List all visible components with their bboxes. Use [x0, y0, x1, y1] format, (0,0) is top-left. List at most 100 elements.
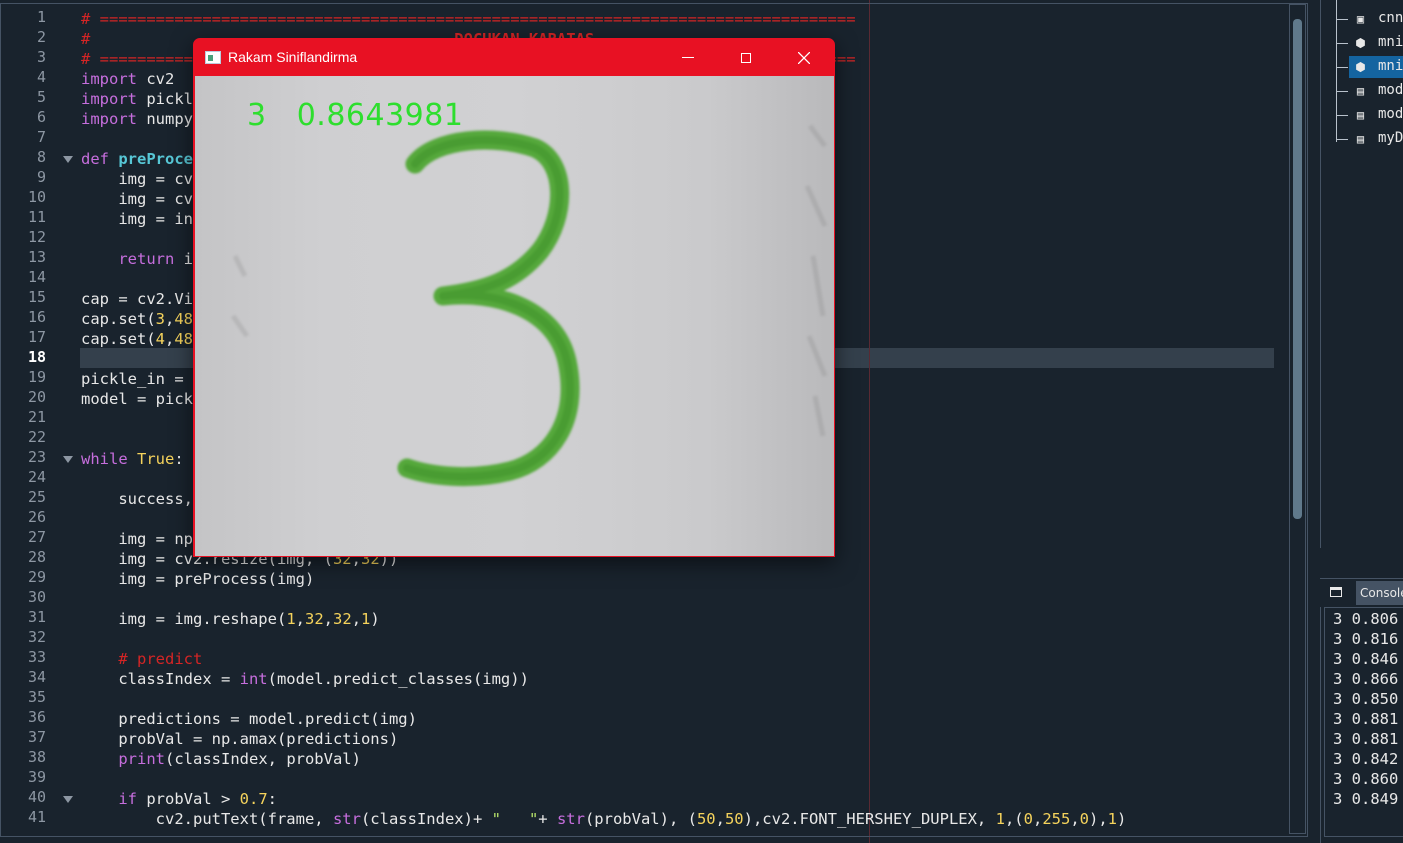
console-output-line: 3 0.846 [1333, 650, 1399, 668]
line-number: 2 [36, 28, 46, 46]
paper-texture [230, 124, 828, 437]
console-output-line: 3 0.849 [1333, 790, 1399, 808]
editor-vertical-scrollbar[interactable] [1289, 4, 1306, 834]
code-line[interactable]: img = cv [81, 169, 193, 189]
handwritten-digit-image [230, 124, 828, 487]
line-number: 33 [27, 648, 46, 666]
code-line[interactable]: img = img.reshape(1,32,32,1) [81, 609, 379, 629]
code-line[interactable]: img = in [81, 209, 193, 229]
code-line[interactable]: predictions = model.predict(img) [81, 709, 417, 729]
tree-branch-line [1336, 115, 1348, 116]
code-line[interactable]: # predict [81, 649, 202, 669]
minimize-button[interactable] [659, 39, 717, 77]
code-line[interactable]: import pickle [81, 89, 202, 109]
line-number: 38 [27, 748, 46, 766]
code-line[interactable]: success, [81, 489, 202, 509]
file-name: mod [1378, 82, 1403, 98]
file-tree-item[interactable]: ⬢ mnis [1336, 56, 1403, 78]
line-number: 27 [27, 528, 46, 546]
undock-pane-icon[interactable] [1330, 587, 1342, 597]
console-output-line: 3 0.816 [1333, 630, 1399, 648]
code-line[interactable]: import cv2 [81, 69, 174, 89]
line-number: 17 [27, 328, 46, 346]
tree-branch-line [1336, 67, 1348, 68]
edge-line-marker [869, 0, 870, 843]
code-line[interactable]: probVal = np.amax(predictions) [81, 729, 398, 749]
line-number: 6 [36, 108, 46, 126]
fold-toggle-icon[interactable] [63, 156, 73, 163]
file-tree-item[interactable]: ▤ mod [1336, 104, 1403, 126]
console-output-line: 3 0.806 [1333, 610, 1399, 628]
overlay-separator [267, 98, 297, 133]
code-line[interactable]: while True: [81, 449, 184, 469]
close-button[interactable] [775, 39, 833, 77]
code-line[interactable]: cap.set(3,48 [81, 309, 193, 329]
line-number: 40 [27, 788, 46, 806]
code-line[interactable]: classIndex = int(model.predict_classes(i… [81, 669, 529, 689]
code-line[interactable]: import numpy [81, 109, 193, 129]
line-number: 15 [27, 288, 46, 306]
line-number: 34 [27, 668, 46, 686]
tree-branch-line [1336, 91, 1348, 92]
line-number: 30 [27, 588, 46, 606]
console-output-line: 3 0.850 [1333, 690, 1399, 708]
line-number: 3 [36, 48, 46, 66]
code-line[interactable]: img = np [81, 529, 193, 549]
code-line[interactable]: cap.set(4,48 [81, 329, 193, 349]
line-number: 28 [27, 548, 46, 566]
code-line[interactable]: pickle_in = [81, 369, 193, 389]
code-line[interactable]: print(classIndex, probVal) [81, 749, 361, 769]
digit-three-stroke [397, 130, 580, 487]
console-output-line: 3 0.881 [1333, 710, 1399, 728]
line-number: 9 [36, 168, 46, 186]
file-tree-item[interactable]: ▤ mod [1336, 80, 1403, 102]
line-number: 12 [27, 228, 46, 246]
line-number: 11 [27, 208, 46, 226]
console-output-line: 3 0.842 [1333, 750, 1399, 768]
console-output-line: 3 0.866 [1333, 670, 1399, 688]
line-number: 19 [27, 368, 46, 386]
app-window-icon [205, 51, 221, 64]
maximize-button[interactable] [717, 39, 775, 77]
line-number: 37 [27, 728, 46, 746]
file-tree-item[interactable]: ▣ cnn. [1336, 8, 1403, 30]
file-name: mnis [1378, 58, 1403, 74]
code-line[interactable]: cap = cv2.Vi [81, 289, 193, 309]
line-number: 35 [27, 688, 46, 706]
camera-window[interactable]: Rakam Siniflandirma 3 0.8643981 [193, 38, 835, 557]
camera-feed: 3 0.8643981 [195, 76, 834, 556]
code-line[interactable]: # ======================================… [81, 9, 856, 29]
console-tab[interactable]: Console [1356, 581, 1403, 605]
code-line[interactable]: if probVal > 0.7: [81, 789, 277, 809]
line-number: 20 [27, 388, 46, 406]
window-title: Rakam Siniflandirma [228, 49, 358, 65]
line-number: 1 [36, 8, 46, 26]
file-name: myD [1378, 130, 1403, 146]
line-number: 24 [27, 468, 46, 486]
code-line[interactable]: cv2.putText(frame, str(classIndex)+ " "+… [81, 809, 1127, 829]
line-number: 22 [27, 428, 46, 446]
image-file-icon: ▣ [1356, 12, 1365, 26]
file-name: cnn. [1378, 10, 1403, 26]
code-line[interactable]: img = preProcess(img) [81, 569, 314, 589]
predicted-class: 3 [247, 98, 267, 133]
line-number: 5 [36, 88, 46, 106]
file-tree-item[interactable]: ⬢ mnis [1336, 32, 1403, 54]
line-number: 36 [27, 708, 46, 726]
code-line[interactable]: model = pick [81, 389, 193, 409]
line-number: 16 [27, 308, 46, 326]
scrollbar-thumb[interactable] [1293, 19, 1302, 519]
close-icon [798, 52, 810, 64]
line-number: 26 [27, 508, 46, 526]
tree-branch-line [1336, 43, 1348, 44]
python-file-icon: ⬢ [1355, 36, 1366, 50]
code-line[interactable]: img = cv [81, 189, 193, 209]
predicted-probability: 0.8643981 [296, 98, 464, 133]
file-tree-item[interactable]: ▤ myD [1336, 128, 1403, 150]
fold-toggle-icon[interactable] [63, 456, 73, 463]
file-name: mnis [1378, 34, 1403, 50]
line-number: 4 [36, 68, 46, 86]
python-file-icon: ⬢ [1355, 60, 1366, 74]
line-number: 13 [27, 248, 46, 266]
fold-toggle-icon[interactable] [63, 796, 73, 803]
